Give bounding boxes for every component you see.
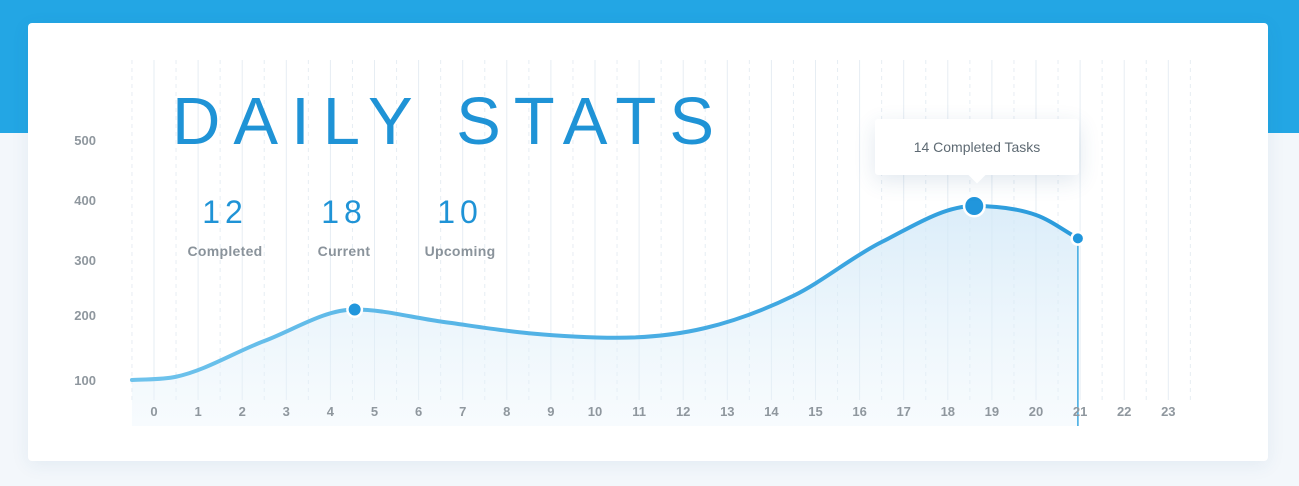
x-tick-label: 11 (632, 404, 646, 419)
x-tick-label: 14 (764, 404, 779, 419)
x-tick-label: 19 (985, 404, 999, 419)
x-tick-label: 4 (327, 404, 335, 419)
stat-current-value: 18 (321, 194, 367, 230)
data-tooltip: 14 Completed Tasks (875, 119, 1079, 184)
y-tick-label: 400 (74, 193, 96, 208)
stat-upcoming: 10 Upcoming (400, 196, 520, 259)
x-tick-label: 16 (852, 404, 866, 419)
x-tick-label: 0 (150, 404, 157, 419)
stat-upcoming-label: Upcoming (424, 243, 496, 259)
stat-completed-value: 12 (202, 194, 248, 230)
stat-completed-label: Completed (187, 243, 263, 259)
x-tick-label: 18 (941, 404, 955, 419)
x-tick-label: 2 (239, 404, 246, 419)
stat-upcoming-value: 10 (437, 194, 483, 230)
stat-current-label: Current (317, 243, 371, 259)
y-tick-label: 500 (74, 133, 96, 148)
x-tick-label: 23 (1161, 404, 1175, 419)
data-point[interactable] (965, 197, 984, 215)
x-tick-label: 12 (676, 404, 690, 419)
stat-current: 18 Current (284, 196, 404, 259)
x-tick-label: 21 (1073, 404, 1087, 419)
tooltip-text: 14 Completed Tasks (913, 139, 1041, 155)
x-tick-label: 17 (896, 404, 910, 419)
data-point[interactable] (348, 303, 361, 316)
x-tick-label: 6 (415, 404, 422, 419)
page-title: DAILY STATS (172, 84, 728, 159)
stat-completed: 12 Completed (165, 196, 285, 259)
data-point[interactable] (1072, 233, 1083, 244)
x-tick-label: 3 (283, 404, 290, 419)
x-tick-label: 8 (503, 404, 510, 419)
y-tick-label: 200 (74, 308, 96, 323)
y-tick-label: 100 (74, 373, 96, 388)
x-tick-label: 5 (371, 404, 378, 419)
x-tick-label: 1 (194, 404, 201, 419)
x-tick-label: 10 (588, 404, 602, 419)
x-tick-label: 13 (720, 404, 734, 419)
x-tick-label: 7 (459, 404, 466, 419)
x-tick-label: 9 (547, 404, 554, 419)
x-tick-label: 15 (808, 404, 822, 419)
x-tick-label: 22 (1117, 404, 1131, 419)
x-tick-label: 20 (1029, 404, 1043, 419)
y-tick-label: 300 (74, 253, 96, 268)
